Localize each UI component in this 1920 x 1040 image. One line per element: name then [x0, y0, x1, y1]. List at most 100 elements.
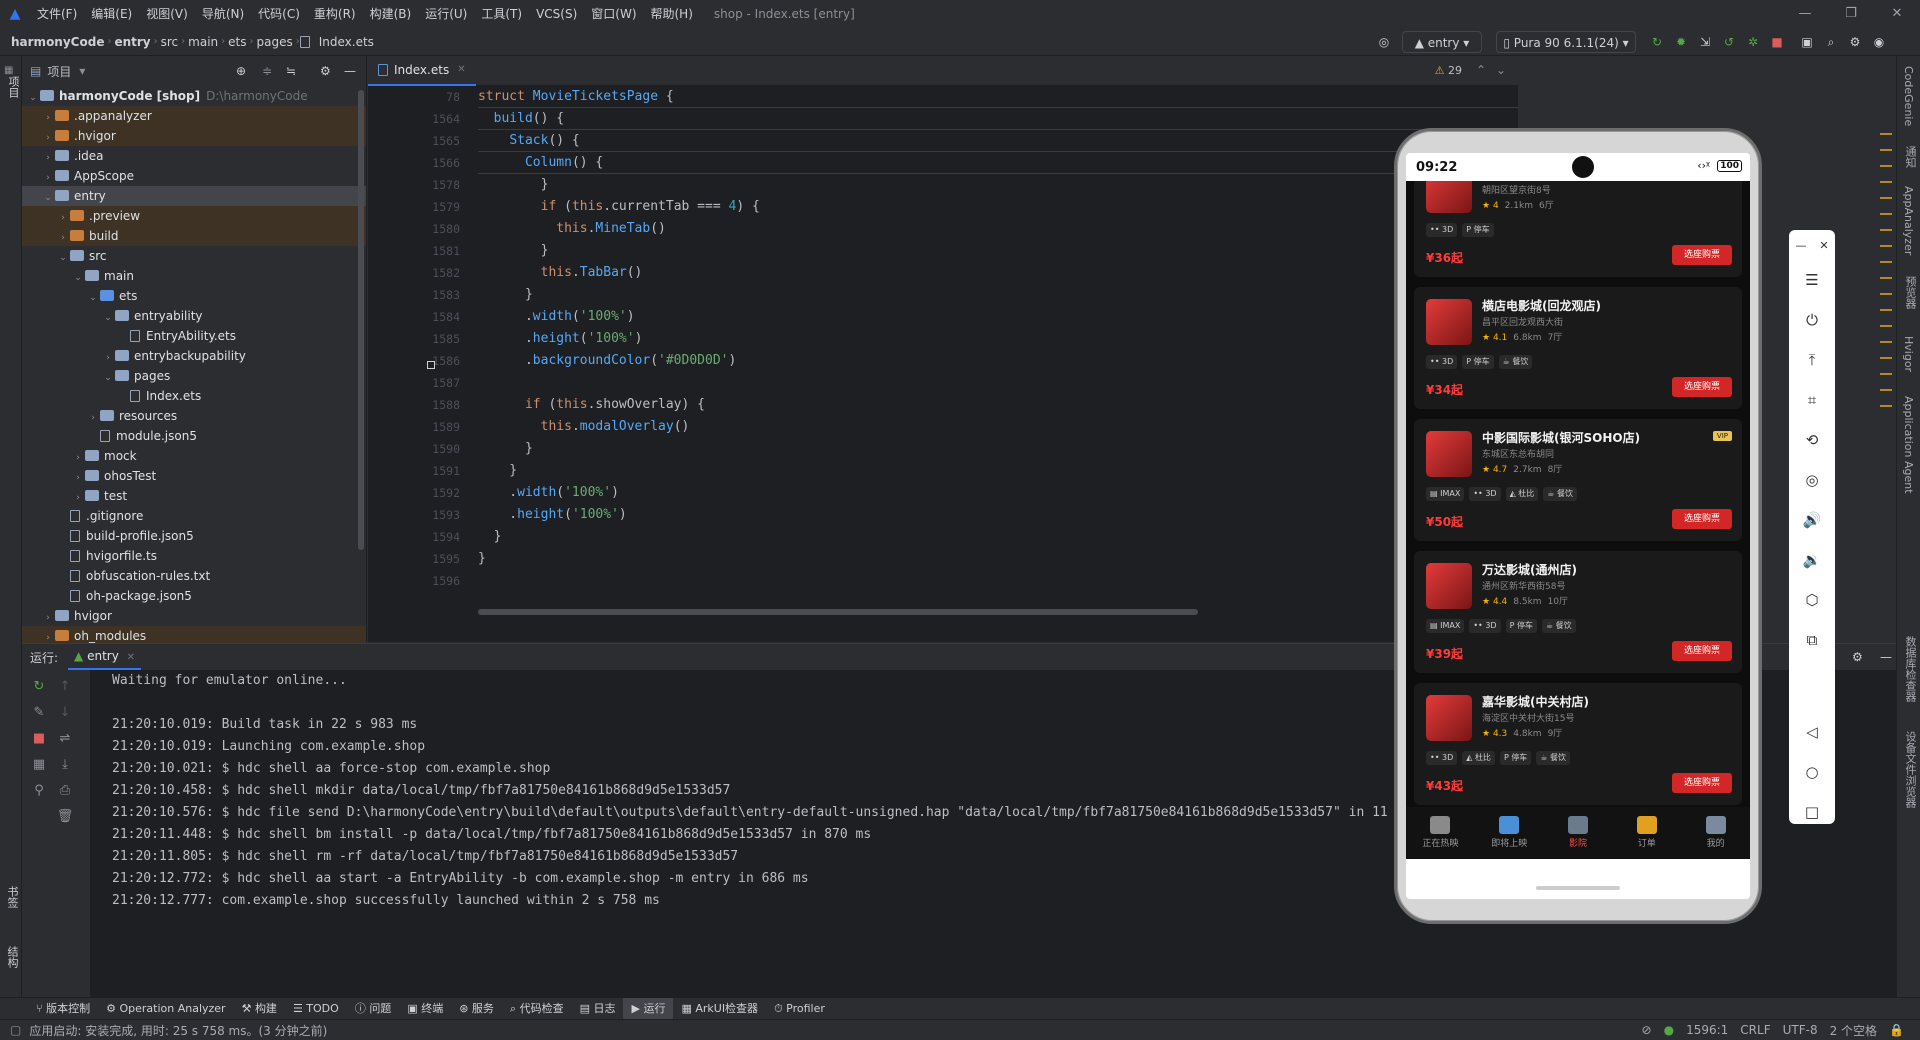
tree-item[interactable]: ⌄ entryability — [22, 306, 366, 326]
buy-ticket-button[interactable]: 选座购票 — [1672, 245, 1732, 265]
search-icon[interactable]: ⌕ — [1820, 31, 1842, 53]
indent-setting[interactable]: 2 个空格 — [1824, 1022, 1883, 1039]
home-icon[interactable]: ○ — [1789, 752, 1835, 792]
code-line[interactable] — [478, 372, 1518, 394]
file-encoding[interactable]: UTF-8 — [1777, 1023, 1824, 1037]
arrow-down-icon[interactable]: ↓ — [56, 704, 74, 722]
right-tool-button[interactable]: 设备文件浏览器 — [1902, 731, 1918, 808]
stop-icon[interactable]: ■ — [1766, 31, 1788, 53]
minimize-icon[interactable]: — — [1782, 0, 1828, 28]
code-line[interactable]: } — [478, 460, 1518, 482]
menu-item[interactable]: 窗口(W) — [584, 0, 643, 28]
recents-icon[interactable]: □ — [1789, 792, 1835, 832]
minimize-icon[interactable]: — — [1795, 239, 1806, 252]
back-icon[interactable]: ◁ — [1789, 712, 1835, 752]
stripe-mark[interactable] — [1880, 373, 1892, 375]
stripe-mark[interactable] — [1880, 309, 1892, 311]
project-tool-button[interactable]: ▦ 项目 — [4, 62, 21, 98]
attach-icon[interactable]: ⇲ — [1694, 31, 1716, 53]
wrench-icon[interactable]: ✎ — [30, 704, 48, 722]
cinema-card[interactable]: 万达影城(通州店) 通州区新华西街58号 ★ 4.4 8.5km 10厅 ▤ IMAX ••… — [1414, 551, 1742, 673]
structure-tool-button[interactable]: 结构 — [4, 946, 20, 968]
tree-item[interactable]: › AppScope — [22, 166, 366, 186]
menu-item[interactable]: 工具(T) — [474, 0, 529, 28]
tab-coming-soon[interactable]: 即将上映 — [1475, 807, 1544, 859]
code-line[interactable]: .backgroundColor('#0D0D0D') — [478, 350, 1518, 372]
chevron-right-icon[interactable]: › — [71, 448, 85, 468]
breadcrumb-item[interactable]: pages — [253, 35, 295, 49]
stripe-mark[interactable] — [1880, 357, 1892, 359]
run-config-dropdown[interactable]: ▲ entry ▾ — [1402, 31, 1482, 53]
code-line[interactable]: if (this.showOverlay) { — [478, 394, 1518, 416]
stop-icon[interactable]: ■ — [30, 730, 48, 748]
tool-tab[interactable]: ☰ TODO — [285, 998, 347, 1020]
chevron-right-icon[interactable]: › — [41, 128, 55, 148]
breadcrumb-item[interactable]: src — [158, 35, 182, 49]
code-line[interactable]: this.modalOverlay() — [478, 416, 1518, 438]
screenshot-icon[interactable]: ◎ — [1789, 460, 1835, 500]
chevron-right-icon[interactable]: › — [56, 228, 70, 248]
tree-item[interactable]: › .hvigor — [22, 126, 366, 146]
horizontal-scrollbar[interactable] — [478, 609, 1198, 615]
menu-item[interactable]: VCS(S) — [529, 0, 584, 28]
project-panel-title[interactable]: 项目 — [47, 63, 71, 80]
chevron-right-icon[interactable]: › — [41, 108, 55, 128]
menu-item[interactable]: 重构(R) — [307, 0, 363, 28]
close-icon[interactable]: ✕ — [1874, 0, 1920, 28]
crop-icon[interactable]: ⌗ — [1789, 380, 1835, 420]
chevron-right-icon[interactable]: › — [41, 148, 55, 168]
power-icon[interactable]: ⏻ — [1789, 300, 1835, 340]
tool-tab[interactable]: ⊛ 服务 — [451, 998, 502, 1020]
tool-tab[interactable]: ▤ 日志 — [572, 998, 624, 1020]
volume-down-icon[interactable]: 🔉 — [1789, 540, 1835, 580]
stripe-mark[interactable] — [1880, 261, 1892, 263]
scroll-end-icon[interactable]: ⤓ — [56, 756, 74, 774]
breadcrumb-item[interactable]: Index.ets — [316, 35, 377, 49]
right-tool-button[interactable]: Hvigor — [1902, 336, 1915, 372]
menu-item[interactable]: 导航(N) — [195, 0, 251, 28]
volume-up-icon[interactable]: 🔊 — [1789, 500, 1835, 540]
tree-item[interactable]: obfuscation-rules.txt — [22, 566, 366, 586]
tree-item[interactable]: module.json5 — [22, 426, 366, 446]
fold-icon[interactable]: ⬡ — [1789, 580, 1835, 620]
soft-wrap-icon[interactable]: ⇌ — [56, 730, 74, 748]
close-tab-icon[interactable]: ✕ — [457, 64, 465, 75]
tree-item[interactable]: ⌄ entry — [22, 186, 366, 206]
cinema-card[interactable]: 嘉华影城(中关村店) 海淀区中关村大街15号 ★ 4.3 4.8km 9厅 •• 3D ◭ … — [1414, 683, 1742, 805]
tree-item[interactable]: › test — [22, 486, 366, 506]
menu-item[interactable]: 视图(V) — [139, 0, 195, 28]
tab-orders[interactable]: 订单 — [1612, 807, 1681, 859]
debug-attach-icon[interactable]: ✲ — [1742, 31, 1764, 53]
tool-tab[interactable]: ⏱ Profiler — [766, 998, 833, 1020]
tool-tab[interactable]: ⑂ 版本控制 — [28, 998, 98, 1020]
breakpoint-marker[interactable] — [427, 361, 435, 369]
code-line[interactable]: Stack() { — [478, 130, 1518, 152]
tree-item[interactable]: › ohosTest — [22, 466, 366, 486]
breadcrumb-item[interactable]: main — [185, 35, 221, 49]
stripe-mark[interactable] — [1880, 133, 1892, 135]
tool-tab[interactable]: ▶ 运行 — [623, 997, 674, 1020]
warning-icon[interactable]: ⚠ 29 — [1435, 64, 1462, 77]
stripe-mark[interactable] — [1880, 197, 1892, 199]
code-line[interactable]: if (this.currentTab === 4) { — [478, 196, 1518, 218]
chevron-down-icon[interactable]: ⌄ — [56, 248, 70, 268]
chevron-down-icon[interactable]: ⌄ — [71, 268, 85, 288]
menu-item[interactable]: 运行(U) — [418, 0, 474, 28]
chevron-right-icon[interactable]: › — [71, 488, 85, 508]
error-stripe[interactable] — [1880, 133, 1892, 421]
tool-tab[interactable]: ⓘ 问题 — [347, 998, 400, 1020]
inspection-icon[interactable]: ⊘ — [1636, 1023, 1658, 1037]
tab-cinemas[interactable]: 影院 — [1544, 807, 1613, 859]
tree-item[interactable]: › .appanalyzer — [22, 106, 366, 126]
code-line[interactable]: build() { — [478, 108, 1518, 130]
app-logo-icon[interactable]: ▲ — [0, 6, 30, 22]
tree-item[interactable]: › build — [22, 226, 366, 246]
hide-panel-icon[interactable]: — — [344, 64, 356, 78]
breadcrumb-item[interactable]: harmonyCode — [8, 35, 107, 49]
chevron-right-icon[interactable]: › — [86, 408, 100, 428]
code-line[interactable]: Column() { — [478, 152, 1518, 174]
stripe-mark[interactable] — [1880, 293, 1892, 295]
tree-item[interactable]: › resources — [22, 406, 366, 426]
status-panel-icon[interactable]: ▢ — [10, 1023, 21, 1037]
tab-index-ets[interactable]: Index.ets ✕ — [368, 56, 476, 86]
